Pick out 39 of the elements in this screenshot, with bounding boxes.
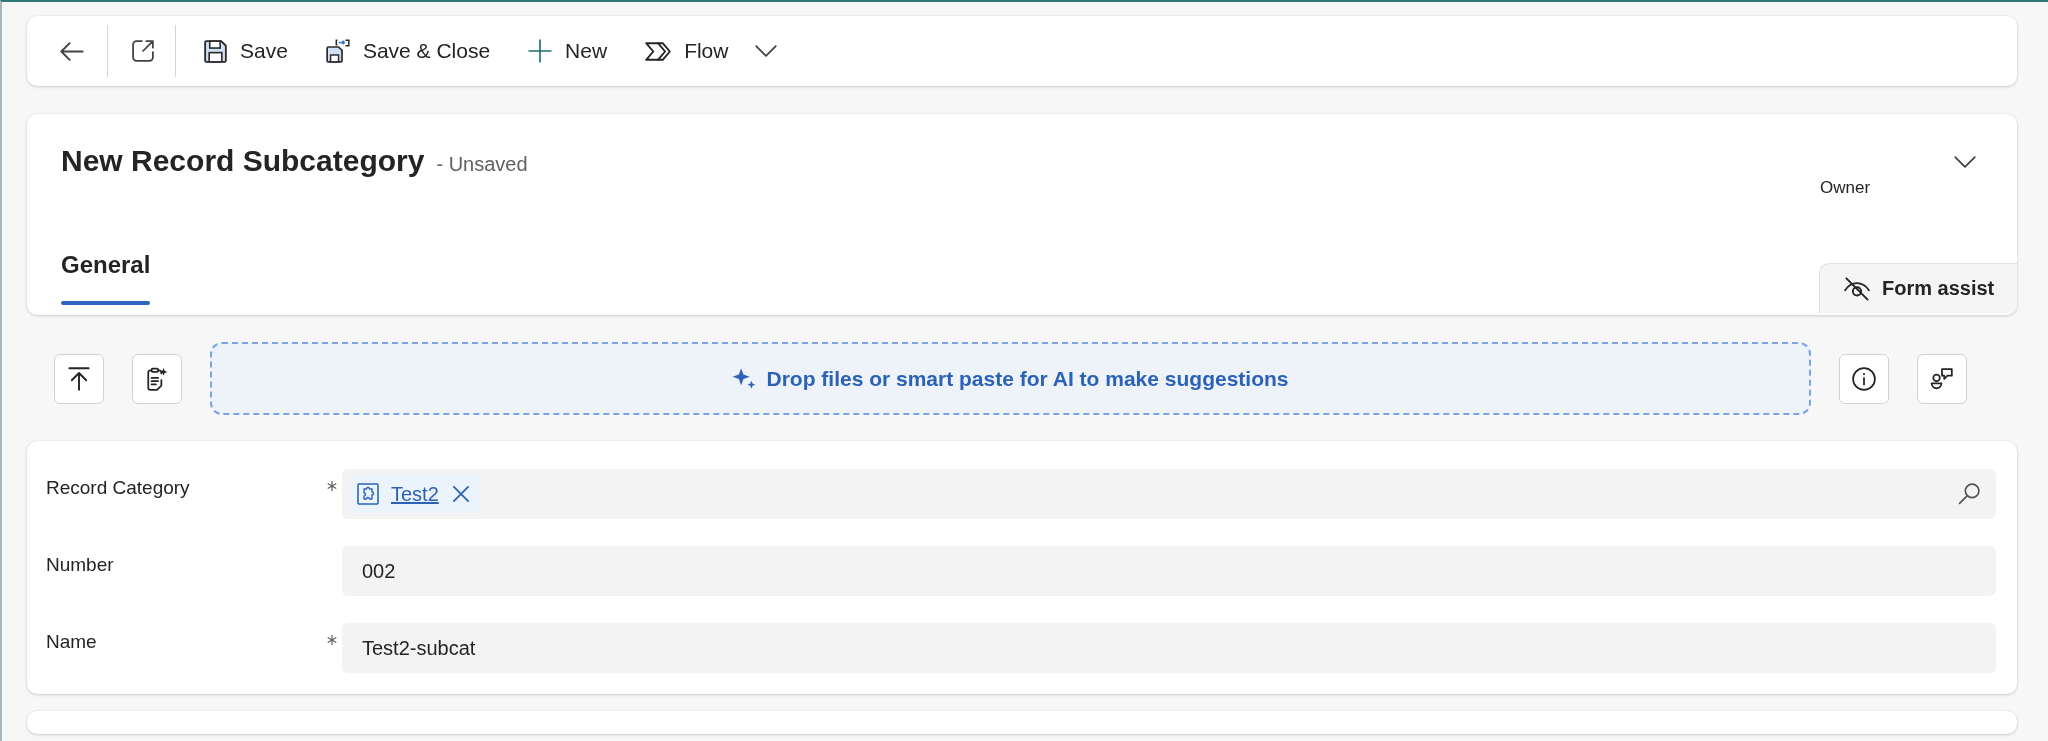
record-title: New Record Subcategory [61,143,425,179]
field-label: Record Category [46,476,190,500]
chevron-down-icon [1954,156,1976,168]
lookup-field[interactable]: Test2 [342,469,1996,519]
toolbar-button[interactable]: Flow [631,29,743,73]
puzzle-square-icon [357,483,379,505]
remove-button[interactable] [450,484,471,504]
info-button[interactable] [1839,353,1889,404]
flow-icon [645,41,672,61]
save-close-icon [325,39,350,63]
sparkle-icon [732,366,757,391]
toolbar-button[interactable]: New [514,29,622,73]
upload-button[interactable] [54,353,104,404]
ai-drop-zone[interactable]: Drop files or smart paste for AI to make suggestions [210,342,1811,415]
upload-icon [68,366,90,391]
close-icon [452,486,469,502]
collaborate-button[interactable] [1917,353,1967,404]
record-link[interactable]: Test2 [391,482,439,506]
plus-icon [528,39,553,63]
form-assist-button[interactable]: Form assist [1819,263,2017,313]
back-arrow-icon [60,41,84,61]
owner-label: Owner [1820,178,1871,198]
eye-off-icon [1844,276,1870,301]
tab[interactable]: General [61,251,151,305]
text-field[interactable]: 002 [342,546,1996,596]
save-icon [204,39,227,63]
toolbar-button[interactable]: Save [190,29,302,73]
caret-icon [755,45,778,57]
smart-paste-button[interactable] [132,353,182,404]
clipboard-sparkle-icon [146,366,168,391]
info-icon [1852,366,1876,391]
save-status: - Unsaved [436,153,528,176]
search-icon [1958,483,1981,505]
field-label: Number [46,553,114,577]
person-chat-icon [1930,367,1954,390]
popout-icon [132,40,154,62]
text-field[interactable]: Test2-subcat [342,623,1996,673]
toolbar-button[interactable]: Save & Close [311,29,505,73]
field-label: Name [46,630,97,654]
